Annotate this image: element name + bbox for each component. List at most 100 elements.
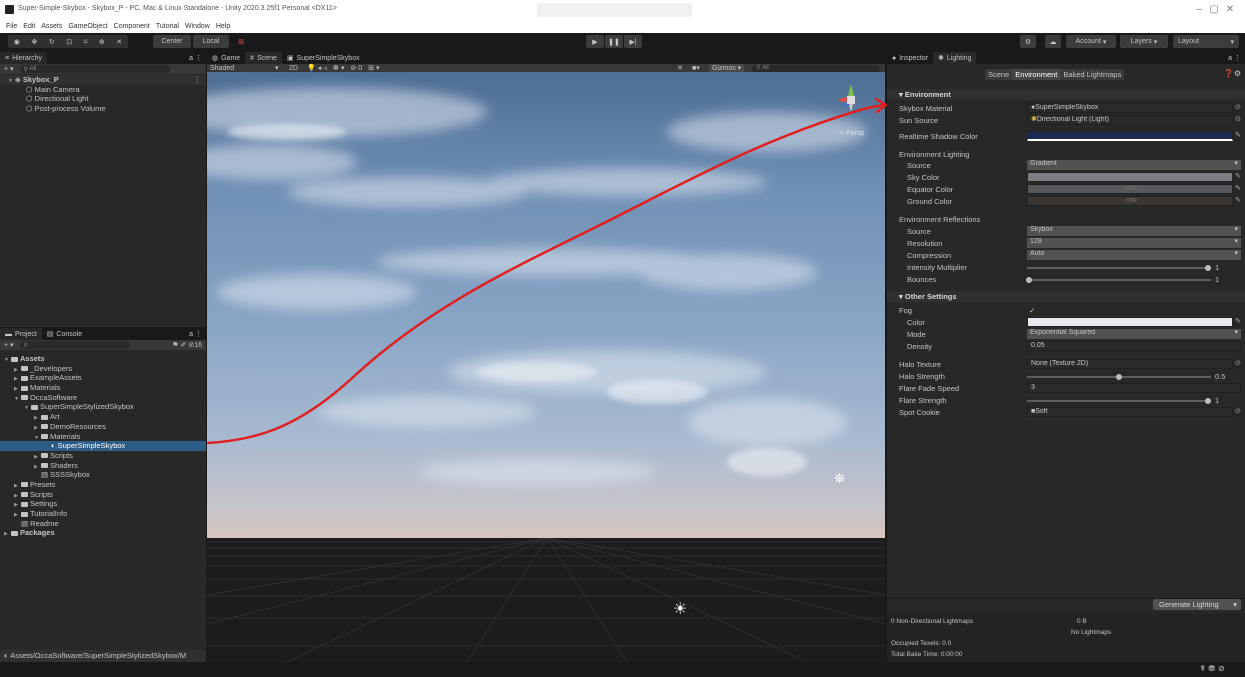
pause-button[interactable]: ❚❚: [605, 35, 623, 48]
account-dropdown[interactable]: Account ▾: [1066, 35, 1116, 48]
scene-root[interactable]: ▼ ◈ Skybox_P ⋮: [0, 75, 206, 85]
project-item[interactable]: ▶ _Developers: [0, 364, 206, 374]
sun-source-field[interactable]: ✺Directional Light (Light): [1027, 115, 1233, 125]
project-item[interactable]: ▶ ExampleAssets: [0, 373, 206, 383]
lock-icon[interactable]: a ⋮: [1228, 54, 1241, 62]
play-button[interactable]: ▶: [586, 35, 604, 48]
move-tool-icon[interactable]: ✥: [31, 38, 37, 46]
ground-color-swatch[interactable]: HDR: [1027, 196, 1233, 206]
transform-tool-icon[interactable]: ⊕: [99, 38, 105, 46]
pivot-local-button[interactable]: Local: [193, 35, 229, 48]
status-icons[interactable]: ☤⛃⊘: [1200, 664, 1228, 673]
layers-dropdown[interactable]: Layers ▾: [1120, 35, 1168, 48]
object-picker-icon[interactable]: ⊙: [1235, 103, 1241, 111]
spot-cookie-field[interactable]: ■Soft: [1027, 407, 1233, 417]
menu-help[interactable]: Help: [216, 22, 230, 32]
compression-dropdown[interactable]: Auto ▾: [1027, 250, 1241, 260]
scale-tool-icon[interactable]: ⊡: [66, 38, 72, 46]
close-button[interactable]: ✕: [1224, 4, 1236, 15]
eyedropper-icon[interactable]: ✎: [1235, 131, 1241, 139]
menu-edit[interactable]: Edit: [23, 22, 35, 32]
menu-file[interactable]: File: [6, 22, 17, 32]
project-item[interactable]: ▼ SuperSimpleStylizedSkybox: [0, 402, 206, 412]
project-item[interactable]: ▤ Readme: [0, 519, 206, 529]
project-search-input[interactable]: ⚲: [19, 341, 130, 349]
menu-assets[interactable]: Assets: [41, 22, 62, 32]
directional-light-icon[interactable]: ⛯: [834, 470, 845, 487]
hidden-count[interactable]: ⚑ ✐ ⊘16: [172, 341, 202, 349]
tab-inspector[interactable]: ● Inspector: [887, 52, 933, 64]
project-item[interactable]: ▶ Art: [0, 412, 206, 422]
eyedropper-icon[interactable]: ✎: [1235, 184, 1241, 192]
menu-gameobject[interactable]: GameObject: [68, 22, 107, 32]
add-button[interactable]: + ▾: [4, 65, 14, 73]
lock-icon[interactable]: a ⋮: [189, 330, 202, 338]
project-item[interactable]: ▶ Scripts: [0, 490, 206, 500]
subtab-environment[interactable]: Environment: [1012, 69, 1061, 80]
tab-console[interactable]: ▤ Console: [42, 328, 87, 340]
bounces-value[interactable]: 1: [1215, 274, 1219, 285]
project-item[interactable]: ▶ Scripts: [0, 451, 206, 461]
reflection-source-dropdown[interactable]: Skybox ▾: [1027, 226, 1241, 236]
project-item[interactable]: ▶ TutorialInfo: [0, 509, 206, 519]
eyedropper-icon[interactable]: ✎: [1235, 172, 1241, 180]
halo-texture-field[interactable]: None (Texture 2D): [1027, 359, 1233, 369]
project-item[interactable]: ▶ Presets: [0, 480, 206, 490]
halo-strength-value[interactable]: 0.5: [1215, 371, 1225, 382]
object-picker-icon[interactable]: ⊙: [1235, 407, 1241, 415]
eyedropper-icon[interactable]: ✎: [1235, 196, 1241, 204]
project-item[interactable]: ▼ Materials: [0, 432, 206, 442]
fog-density-field[interactable]: 0.05: [1027, 341, 1241, 351]
hierarchy-search-input[interactable]: ⚲ All: [19, 65, 170, 73]
tab-scene[interactable]: # Scene: [245, 52, 282, 64]
rotate-tool-icon[interactable]: ↻: [49, 38, 55, 46]
project-item[interactable]: ▼ OccaSoftware: [0, 393, 206, 403]
cloud-icon[interactable]: ☁: [1045, 35, 1061, 48]
fog-mode-dropdown[interactable]: Exponential Squared ▾: [1027, 329, 1241, 339]
project-item[interactable]: ▶ Materials: [0, 383, 206, 393]
project-item[interactable]: ▶ Shaders: [0, 461, 206, 471]
flare-strength-slider[interactable]: [1027, 400, 1211, 402]
layout-dropdown[interactable]: Layout ▾: [1173, 35, 1239, 48]
rect-tool-icon[interactable]: ⌑: [84, 38, 88, 46]
menu-component[interactable]: Component: [114, 22, 150, 32]
sky-color-swatch[interactable]: [1027, 172, 1233, 182]
tab-project[interactable]: ▬ Project: [0, 328, 42, 340]
intensity-value[interactable]: 1: [1215, 262, 1219, 273]
eyedropper-icon[interactable]: ✎: [1235, 317, 1241, 325]
orientation-gizmo[interactable]: [834, 82, 868, 124]
project-item[interactable]: ▤ SSSSkybox: [0, 470, 206, 480]
menu-tutorial[interactable]: Tutorial: [156, 22, 179, 32]
intensity-slider[interactable]: [1027, 267, 1211, 269]
object-picker-icon[interactable]: ⊙: [1235, 115, 1241, 123]
flare-fade-field[interactable]: 3: [1027, 383, 1241, 393]
maximize-button[interactable]: ▢: [1208, 4, 1220, 15]
minimize-button[interactable]: –: [1193, 4, 1205, 15]
sun-gizmo-icon[interactable]: ☀: [673, 599, 687, 619]
hierarchy-item[interactable]: ⬡ Directional Light: [0, 94, 206, 104]
transform-tools[interactable]: ◉ ✥ ↻ ⊡ ⌑ ⊕ ✕: [8, 35, 128, 48]
help-settings-icon[interactable]: ❓⚙: [1224, 69, 1241, 78]
bounces-slider-handle[interactable]: [1026, 277, 1032, 283]
halo-strength-handle[interactable]: [1116, 374, 1122, 380]
equator-color-swatch[interactable]: HDR: [1027, 184, 1233, 194]
grid-snap-icon[interactable]: ⊞: [234, 35, 248, 48]
other-settings-header[interactable]: ▾ Other Settings: [887, 291, 1245, 302]
project-item[interactable]: ▶ DemoResources: [0, 422, 206, 432]
project-item[interactable]: ▼ Assets: [0, 354, 206, 364]
tab-lighting[interactable]: ✺ Lighting: [933, 52, 977, 64]
tab-game[interactable]: ◍ Game: [207, 52, 245, 64]
subtab-scene[interactable]: Scene: [985, 69, 1013, 80]
view-tool-icon[interactable]: ◉: [14, 38, 20, 46]
step-button[interactable]: ▶|: [624, 35, 642, 48]
intensity-slider-handle[interactable]: [1205, 265, 1211, 271]
fog-color-swatch[interactable]: [1027, 317, 1233, 327]
project-item[interactable]: ◐ SuperSimpleSkybox: [0, 441, 206, 451]
subtab-baked-lightmaps[interactable]: Baked Lightmaps: [1060, 69, 1125, 80]
scene-view[interactable]: ◍ Game # Scene ▣ SuperSimpleSkybox Shaded ▾…: [207, 52, 885, 662]
custom-tool-icon[interactable]: ✕: [116, 38, 122, 46]
collapsed-arrow-icon[interactable]: ▶: [4, 530, 11, 540]
generate-lighting-button[interactable]: Generate Lighting ▾: [1153, 599, 1241, 610]
object-picker-icon[interactable]: ⊙: [1235, 359, 1241, 367]
project-item[interactable]: ▶ Settings: [0, 499, 206, 509]
